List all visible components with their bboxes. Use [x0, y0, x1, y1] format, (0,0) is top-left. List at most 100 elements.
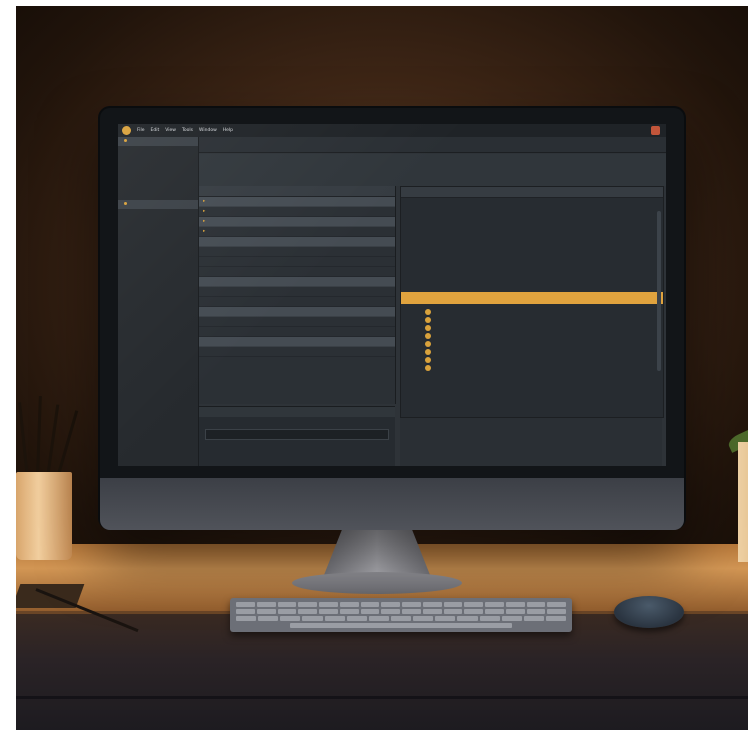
sidebar-item[interactable] [118, 200, 198, 209]
list-item[interactable] [401, 225, 663, 234]
pencil [46, 404, 60, 479]
chevron-right-icon: ▸ [203, 209, 206, 214]
table-row[interactable]: ▸ [199, 207, 395, 217]
list-item[interactable] [401, 348, 663, 356]
table-row[interactable]: ▸ [199, 217, 395, 227]
sidebar-item[interactable] [118, 182, 198, 191]
table-row[interactable] [199, 347, 395, 357]
chevron-right-icon: ▸ [203, 219, 206, 224]
folder-icon [124, 139, 127, 142]
table-row[interactable] [199, 277, 395, 287]
list-item[interactable] [401, 308, 663, 316]
table-row[interactable] [199, 317, 395, 327]
menu-file[interactable]: File [137, 128, 145, 133]
list-item[interactable] [401, 243, 663, 252]
list-item[interactable] [401, 356, 663, 364]
table-row[interactable] [199, 257, 395, 267]
toolbar [199, 154, 666, 186]
folder-icon [124, 202, 127, 205]
vertical-scrollbar[interactable] [657, 211, 661, 371]
toolbar-row[interactable] [205, 158, 660, 168]
sidebar-item[interactable] [118, 155, 198, 164]
sidebar-item[interactable] [118, 137, 198, 146]
coin-icon [425, 309, 431, 315]
table-row[interactable] [199, 307, 395, 317]
table-row[interactable] [199, 297, 395, 307]
sidebar-item[interactable] [118, 173, 198, 182]
sidebar-item[interactable] [118, 218, 198, 227]
coin-icon [425, 341, 431, 347]
console-tabs[interactable] [199, 407, 395, 417]
sidebar-item[interactable] [118, 227, 198, 236]
menu-edit[interactable]: Edit [151, 128, 160, 133]
list-item[interactable] [401, 207, 663, 216]
app-logo-icon [122, 126, 131, 135]
pencil [36, 395, 42, 479]
monitor-screen: File Edit View Tools Window Help ▸ ▸ ▸ ▸ [118, 124, 666, 466]
list-item[interactable] [401, 261, 663, 270]
coin-icon [425, 317, 431, 323]
photo-frame: File Edit View Tools Window Help ▸ ▸ ▸ ▸ [0, 0, 754, 736]
table-row[interactable]: ▸ [199, 197, 395, 207]
table-row[interactable] [199, 287, 395, 297]
chevron-right-icon: ▸ [203, 199, 206, 204]
sidebar-item[interactable] [118, 245, 198, 254]
list-item[interactable] [401, 270, 663, 279]
list-item[interactable] [401, 252, 663, 261]
room-scene: File Edit View Tools Window Help ▸ ▸ ▸ ▸ [16, 6, 748, 730]
selected-row[interactable] [401, 292, 663, 304]
chevron-right-icon: ▸ [203, 229, 206, 234]
pencil [56, 410, 79, 479]
pane-header [401, 187, 663, 198]
editor-pane [400, 186, 664, 418]
list-item[interactable] [401, 340, 663, 348]
desk-stripe [16, 696, 748, 699]
menu-tools[interactable]: Tools [182, 128, 193, 133]
console-input[interactable] [205, 429, 389, 440]
list-item[interactable] [401, 316, 663, 324]
mouse[interactable] [614, 596, 684, 628]
table-row[interactable] [199, 337, 395, 347]
list-item[interactable] [401, 216, 663, 225]
console-pane [199, 406, 395, 466]
pencil-cup [16, 472, 72, 560]
keyboard[interactable] [230, 598, 572, 632]
pane-header [199, 186, 395, 197]
coin-icon [425, 333, 431, 339]
coin-icon [425, 349, 431, 355]
sidebar-item[interactable] [118, 209, 198, 218]
sidebar-item[interactable] [118, 191, 198, 200]
menu-window[interactable]: Window [199, 128, 217, 133]
list-item[interactable] [401, 198, 663, 207]
monitor-chin [100, 478, 684, 530]
status-area [400, 418, 662, 466]
pencil [18, 402, 29, 479]
sidebar [118, 137, 199, 466]
table-row[interactable] [199, 237, 395, 247]
sidebar-item[interactable] [118, 164, 198, 173]
menu-view[interactable]: View [165, 128, 176, 133]
menu-help[interactable]: Help [223, 128, 233, 133]
list-item[interactable] [401, 364, 663, 372]
coin-icon [425, 365, 431, 371]
monitor-stand-foot [292, 572, 462, 594]
plant-pot [738, 442, 748, 562]
table-row[interactable]: ▸ [199, 227, 395, 237]
list-item[interactable] [401, 279, 663, 288]
sidebar-item[interactable] [118, 236, 198, 245]
coin-icon [425, 357, 431, 363]
close-icon[interactable] [651, 126, 660, 135]
table-row[interactable] [199, 267, 395, 277]
list-item[interactable] [401, 332, 663, 340]
breadcrumb [199, 137, 666, 153]
table-row[interactable] [199, 247, 395, 257]
toolbar-row[interactable] [205, 168, 660, 178]
table-row[interactable] [199, 327, 395, 337]
list-item[interactable] [401, 234, 663, 243]
list-item[interactable] [401, 324, 663, 332]
sidebar-item[interactable] [118, 146, 198, 155]
ide-titlebar: File Edit View Tools Window Help [118, 124, 666, 137]
coin-icon [425, 325, 431, 331]
